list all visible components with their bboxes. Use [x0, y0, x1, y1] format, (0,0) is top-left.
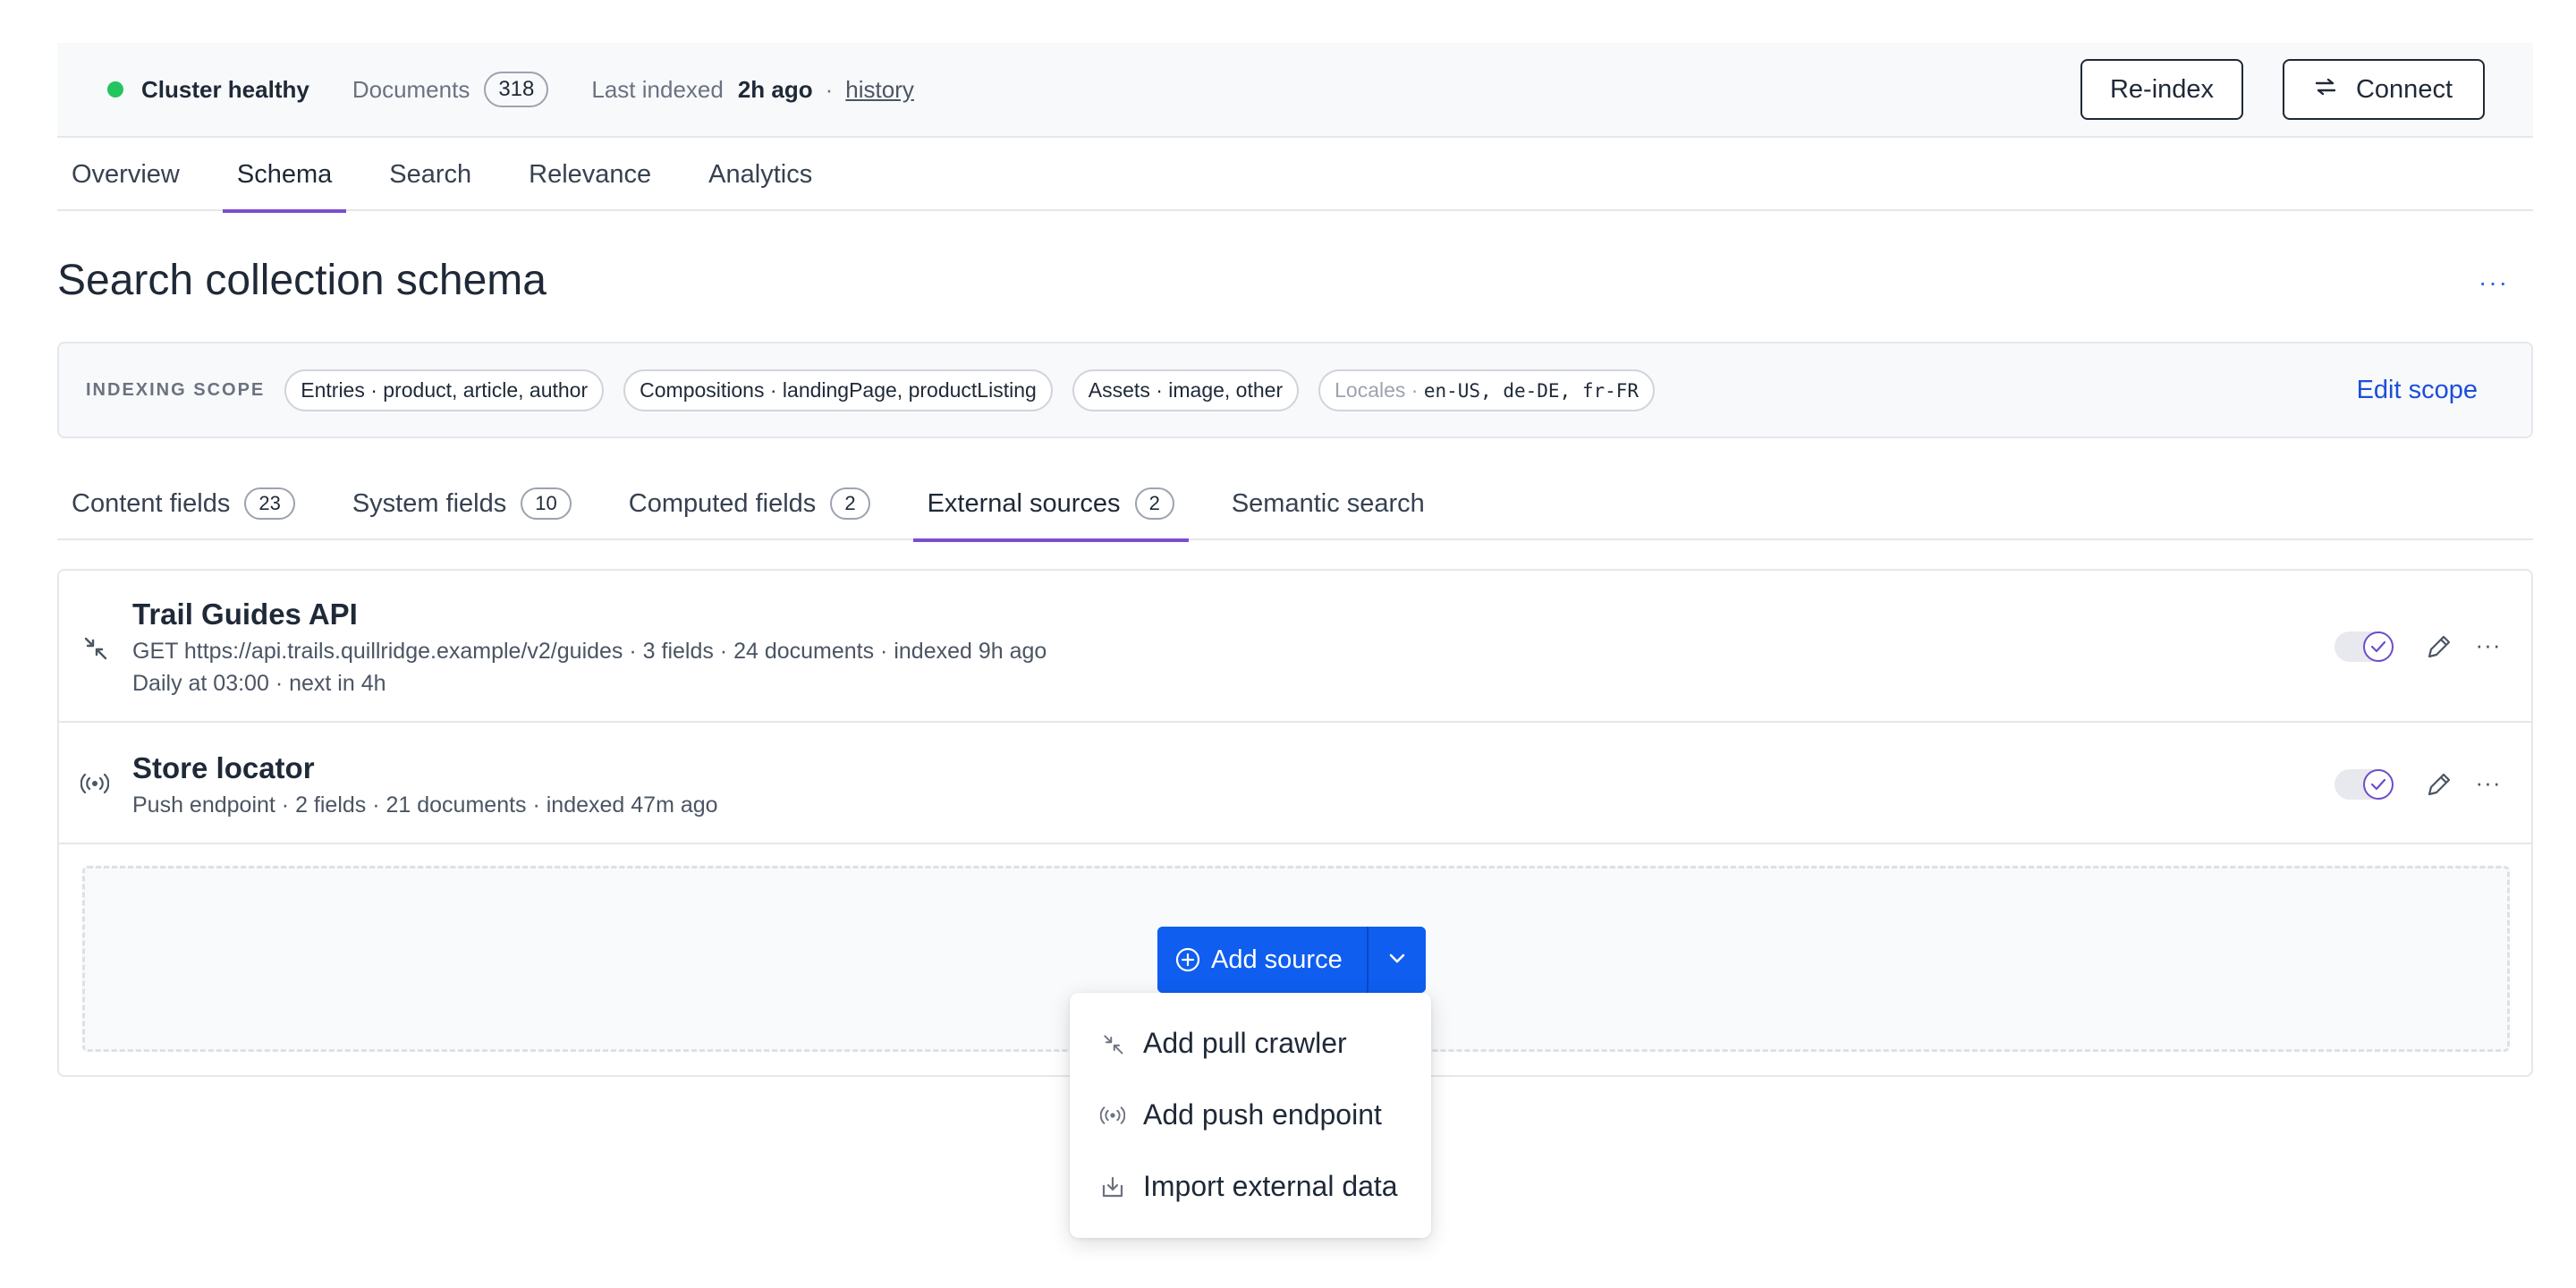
locales-value: en-US, de-DE, fr-FR	[1423, 379, 1640, 402]
import-icon	[1100, 1174, 1125, 1199]
health-status-dot	[107, 81, 123, 97]
plus-circle-icon	[1175, 947, 1200, 972]
broadcast-icon	[80, 769, 110, 798]
tab-count-badge: 2	[1134, 487, 1174, 520]
tab-label: Semantic search	[1231, 488, 1425, 518]
tab-computed-fields[interactable]: Computed fields 2	[614, 467, 885, 540]
separator: ·	[825, 75, 834, 103]
tab-search[interactable]: Search	[375, 138, 486, 211]
scope-chip-compositions: Compositions · landingPage, productListi…	[623, 369, 1053, 411]
source-details: GET https://api.trails.quillridge.exampl…	[132, 639, 1047, 664]
check-icon	[2363, 769, 2394, 800]
add-source-button[interactable]: Add source	[1157, 927, 1367, 993]
check-icon	[2363, 631, 2394, 662]
menu-item-import-external-data[interactable]: Import external data	[1070, 1150, 1431, 1222]
add-source-menu: Add pull crawler Add push endpoint Impor…	[1070, 993, 1431, 1238]
documents-label: Documents	[352, 75, 470, 103]
row-more-icon[interactable]: ···	[2470, 769, 2506, 801]
reindex-button[interactable]: Re-index	[2080, 59, 2243, 120]
tab-count-badge: 23	[244, 487, 295, 520]
add-source-label: Add source	[1211, 945, 1343, 974]
source-enabled-toggle[interactable]	[2334, 631, 2394, 662]
menu-item-add-push-endpoint[interactable]: Add push endpoint	[1070, 1079, 1431, 1150]
scope-chip-entries: Entries · product, article, author	[284, 369, 605, 411]
schema-sub-tabs: Content fields 23 System fields 10 Compu…	[57, 467, 2533, 542]
source-name: Store locator	[132, 751, 315, 784]
tab-content-fields[interactable]: Content fields 23	[57, 467, 309, 540]
scope-chip-assets: Assets · image, other	[1072, 369, 1300, 411]
indexing-scope-label: INDEXING SCOPE	[86, 379, 266, 400]
tab-semantic-search[interactable]: Semantic search	[1217, 467, 1439, 540]
source-name: Trail Guides API	[132, 597, 358, 631]
connect-button-label: Connect	[2355, 74, 2453, 104]
source-enabled-toggle[interactable]	[2334, 769, 2394, 800]
edit-scope-link[interactable]: Edit scope	[2357, 376, 2478, 405]
menu-item-add-pull-crawler[interactable]: Add pull crawler	[1070, 1007, 1431, 1079]
tab-count-badge: 10	[521, 487, 572, 520]
tab-schema[interactable]: Schema	[222, 138, 347, 213]
source-details: Push endpoint · 2 fields · 21 documents …	[132, 792, 718, 818]
tab-analytics[interactable]: Analytics	[694, 138, 826, 211]
menu-item-label: Add push endpoint	[1143, 1097, 1382, 1131]
pencil-icon[interactable]	[2422, 631, 2454, 664]
locales-label: Locales ·	[1335, 377, 1419, 402]
tab-label: Computed fields	[628, 488, 817, 518]
cluster-status-label: Cluster healthy	[141, 75, 309, 103]
pull-crawler-icon	[80, 633, 109, 662]
last-indexed-label: Last indexed	[591, 75, 724, 103]
broadcast-icon	[1099, 1102, 1126, 1127]
page-title: Search collection schema	[57, 257, 547, 304]
pull-crawler-icon	[1100, 1030, 1125, 1055]
main-tabs: Overview Schema Search Relevance Analyti…	[57, 138, 2533, 213]
source-schedule: Daily at 03:00 · next in 4h	[132, 671, 386, 696]
add-source-split-button: Add source	[1157, 927, 1426, 993]
more-options-icon[interactable]: ···	[2476, 265, 2512, 301]
list-item: Store locator Push endpoint · 2 fields ·…	[59, 723, 2531, 844]
menu-item-label: Add pull crawler	[1143, 1026, 1347, 1059]
scope-chip-locales: Locales · en-US, de-DE, fr-FR	[1318, 369, 1656, 411]
last-indexed-value: 2h ago	[737, 75, 813, 103]
tab-count-badge: 2	[830, 487, 870, 520]
tab-overview[interactable]: Overview	[57, 138, 194, 211]
status-bar: Cluster healthy Documents 318 Last index…	[57, 43, 2533, 138]
tab-system-fields[interactable]: System fields 10	[338, 467, 586, 540]
tab-external-sources[interactable]: External sources 2	[912, 467, 1190, 542]
tab-label: Content fields	[72, 488, 231, 518]
swap-arrows-icon	[2315, 77, 2336, 102]
tab-relevance[interactable]: Relevance	[514, 138, 665, 211]
connect-button[interactable]: Connect	[2283, 59, 2485, 120]
tab-label: External sources	[927, 488, 1121, 518]
tab-label: System fields	[352, 488, 507, 518]
add-source-dropdown-toggle[interactable]	[1367, 927, 1426, 993]
history-link[interactable]: history	[845, 76, 914, 104]
row-more-icon[interactable]: ···	[2470, 631, 2506, 664]
menu-item-label: Import external data	[1143, 1169, 1398, 1202]
indexing-scope-card: INDEXING SCOPE Entries · product, articl…	[57, 342, 2533, 438]
pencil-icon[interactable]	[2422, 769, 2454, 801]
documents-count-badge: 318	[484, 72, 549, 107]
list-item: Trail Guides API GET https://api.trails.…	[59, 571, 2531, 723]
chevron-down-icon	[1387, 953, 1407, 968]
